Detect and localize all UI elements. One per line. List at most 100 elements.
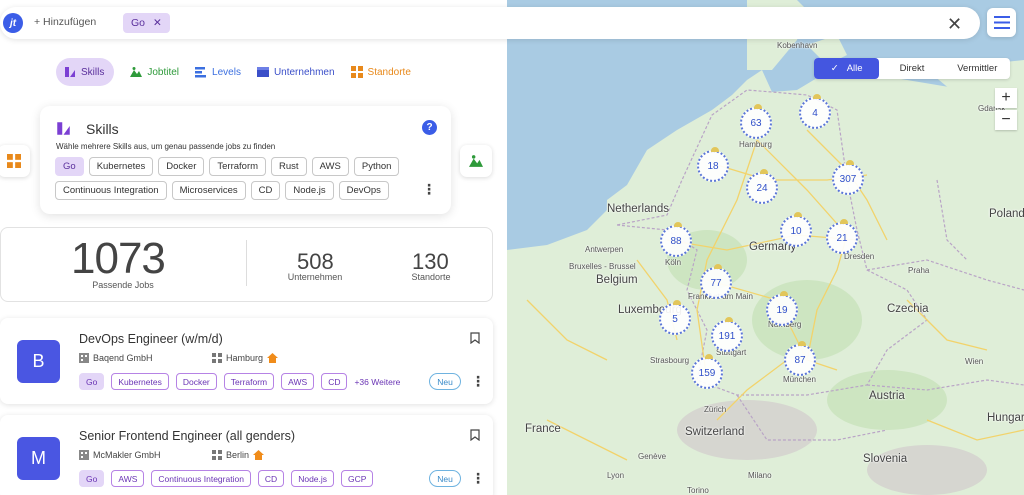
- job-tag: Go: [79, 470, 105, 487]
- city-label: Praha: [908, 266, 930, 275]
- skills-icon: [57, 122, 70, 135]
- chip-label: Go: [131, 17, 146, 29]
- city-label: Hamburg: [739, 140, 772, 149]
- company-icon: [256, 67, 269, 77]
- more-options-icon[interactable]: ⋮: [471, 373, 485, 390]
- map-cluster-marker[interactable]: 159: [691, 354, 723, 389]
- skill-chip[interactable]: Node.js: [285, 181, 334, 200]
- job-tag: CD: [257, 470, 285, 487]
- skill-chip[interactable]: Terraform: [209, 157, 267, 176]
- bookmark-icon[interactable]: [470, 429, 480, 441]
- skill-chip[interactable]: CD: [250, 181, 281, 200]
- skill-chip[interactable]: Rust: [271, 157, 307, 176]
- city-label: Lyon: [607, 471, 625, 480]
- tab-label: Skills: [81, 66, 105, 78]
- tab-skills[interactable]: Skills: [56, 58, 115, 86]
- job-tag: Continuous Integration: [151, 470, 251, 487]
- map-cluster-marker[interactable]: 307: [832, 160, 864, 195]
- map-cluster-marker[interactable]: 24: [746, 169, 778, 204]
- add-filter-button[interactable]: + Hinzufügen: [34, 16, 96, 28]
- country-label: Austria: [869, 390, 905, 402]
- skills-row: Continuous Integration Microservices CD …: [55, 181, 389, 200]
- tab-companies[interactable]: Unternehmen: [256, 58, 335, 86]
- company-avatar: M: [17, 437, 60, 480]
- job-tag: AWS: [111, 470, 145, 487]
- job-card[interactable]: B DevOps Engineer (w/m/d) Baqend GmbH Ha…: [0, 318, 493, 404]
- divider: [246, 240, 247, 286]
- map-cluster-marker[interactable]: 191: [711, 317, 743, 352]
- home-office-icon: [253, 450, 265, 460]
- grid-icon: [7, 154, 21, 168]
- job-card[interactable]: M Senior Frontend Engineer (all genders)…: [0, 415, 493, 495]
- close-icon[interactable]: ✕: [153, 17, 162, 29]
- country-label: Belgium: [596, 274, 638, 286]
- jobs-count: 1073: [71, 234, 166, 283]
- help-icon[interactable]: ?: [422, 120, 437, 135]
- active-filter-chip[interactable]: Go ✕: [123, 13, 170, 33]
- home-office-icon: [267, 353, 279, 363]
- skill-chip[interactable]: Go: [55, 157, 84, 176]
- zoom-out-button[interactable]: −: [995, 110, 1017, 130]
- city-label: Köln: [665, 258, 682, 267]
- grid-icon: [350, 66, 363, 78]
- map-cluster-marker[interactable]: 63: [740, 104, 772, 139]
- map-cluster-marker[interactable]: 87: [784, 341, 816, 376]
- job-title[interactable]: Senior Frontend Engineer (all genders): [79, 429, 295, 443]
- skill-chip[interactable]: DevOps: [338, 181, 389, 200]
- map-cluster-marker[interactable]: 88: [660, 222, 692, 257]
- menu-button[interactable]: [987, 8, 1016, 37]
- country-label: Switzerland: [685, 426, 745, 438]
- more-options-icon[interactable]: ⋮: [422, 181, 436, 198]
- city-label: Antwerpen: [585, 245, 624, 254]
- map-cluster-marker[interactable]: 18: [697, 147, 729, 182]
- more-tags-link[interactable]: +36 Weitere: [354, 377, 400, 387]
- filter-direct-button[interactable]: Direkt: [879, 58, 944, 79]
- app-logo[interactable]: jt: [3, 13, 23, 33]
- skills-card-subtitle: Wähle mehrere Skills aus, um genau passe…: [56, 142, 276, 151]
- check-icon: ✓: [830, 63, 839, 74]
- previous-category-button[interactable]: [0, 145, 30, 177]
- skill-chip[interactable]: Microservices: [171, 181, 246, 200]
- filter-all-button[interactable]: ✓ Alle: [814, 58, 880, 79]
- next-category-button[interactable]: [460, 145, 492, 177]
- map-cluster-marker[interactable]: 4: [799, 94, 831, 129]
- tab-label: Levels: [212, 66, 241, 78]
- map-cluster-marker[interactable]: 77: [700, 264, 732, 299]
- clear-search-icon[interactable]: ✕: [947, 14, 962, 35]
- job-tags: Go Kubernetes Docker Terraform AWS CD +3…: [79, 373, 400, 390]
- grid-icon: [212, 450, 222, 460]
- more-options-icon[interactable]: ⋮: [471, 470, 485, 487]
- bookmark-icon[interactable]: [470, 332, 480, 344]
- grid-icon: [212, 353, 222, 363]
- job-tag: AWS: [281, 373, 315, 390]
- map-cluster-marker[interactable]: 21: [826, 219, 858, 254]
- skill-chip[interactable]: Python: [353, 157, 400, 176]
- filter-agency-button[interactable]: Vermittler: [945, 58, 1010, 79]
- skill-chip[interactable]: Continuous Integration: [55, 181, 167, 200]
- companies-count-label: Unternehmen: [287, 272, 343, 282]
- tab-locations[interactable]: Standorte: [350, 58, 411, 86]
- country-label: Netherlands: [607, 203, 670, 215]
- job-tag: GCP: [341, 470, 374, 487]
- skill-chip[interactable]: Docker: [158, 157, 205, 176]
- map-cluster-marker[interactable]: 19: [766, 291, 798, 326]
- job-tag: Docker: [175, 373, 217, 390]
- tab-levels[interactable]: Levels: [195, 58, 241, 86]
- country-label: Hungary: [987, 412, 1024, 424]
- map-cluster-marker[interactable]: 5: [659, 300, 691, 335]
- menu-icon: [993, 16, 1010, 29]
- search-bar[interactable]: jt + Hinzufügen Go ✕ ✕: [0, 7, 980, 39]
- job-tag: Terraform: [223, 373, 275, 390]
- zoom-in-button[interactable]: +: [995, 88, 1017, 108]
- job-title[interactable]: DevOps Engineer (w/m/d): [79, 332, 223, 346]
- mountain-icon: [130, 67, 143, 77]
- city-label: Strasbourg: [650, 356, 690, 365]
- job-tag: CD: [321, 373, 348, 390]
- map-view[interactable]: Netherlands Germany Belgium Luxembourg C…: [507, 0, 1024, 495]
- map-cluster-marker[interactable]: 10: [780, 212, 812, 247]
- skill-chip[interactable]: AWS: [311, 157, 349, 176]
- tab-jobtitle[interactable]: Jobtitel: [130, 58, 179, 86]
- skill-chip[interactable]: Kubernetes: [88, 157, 154, 176]
- city-label: Dresden: [844, 252, 875, 261]
- country-label: France: [525, 423, 561, 435]
